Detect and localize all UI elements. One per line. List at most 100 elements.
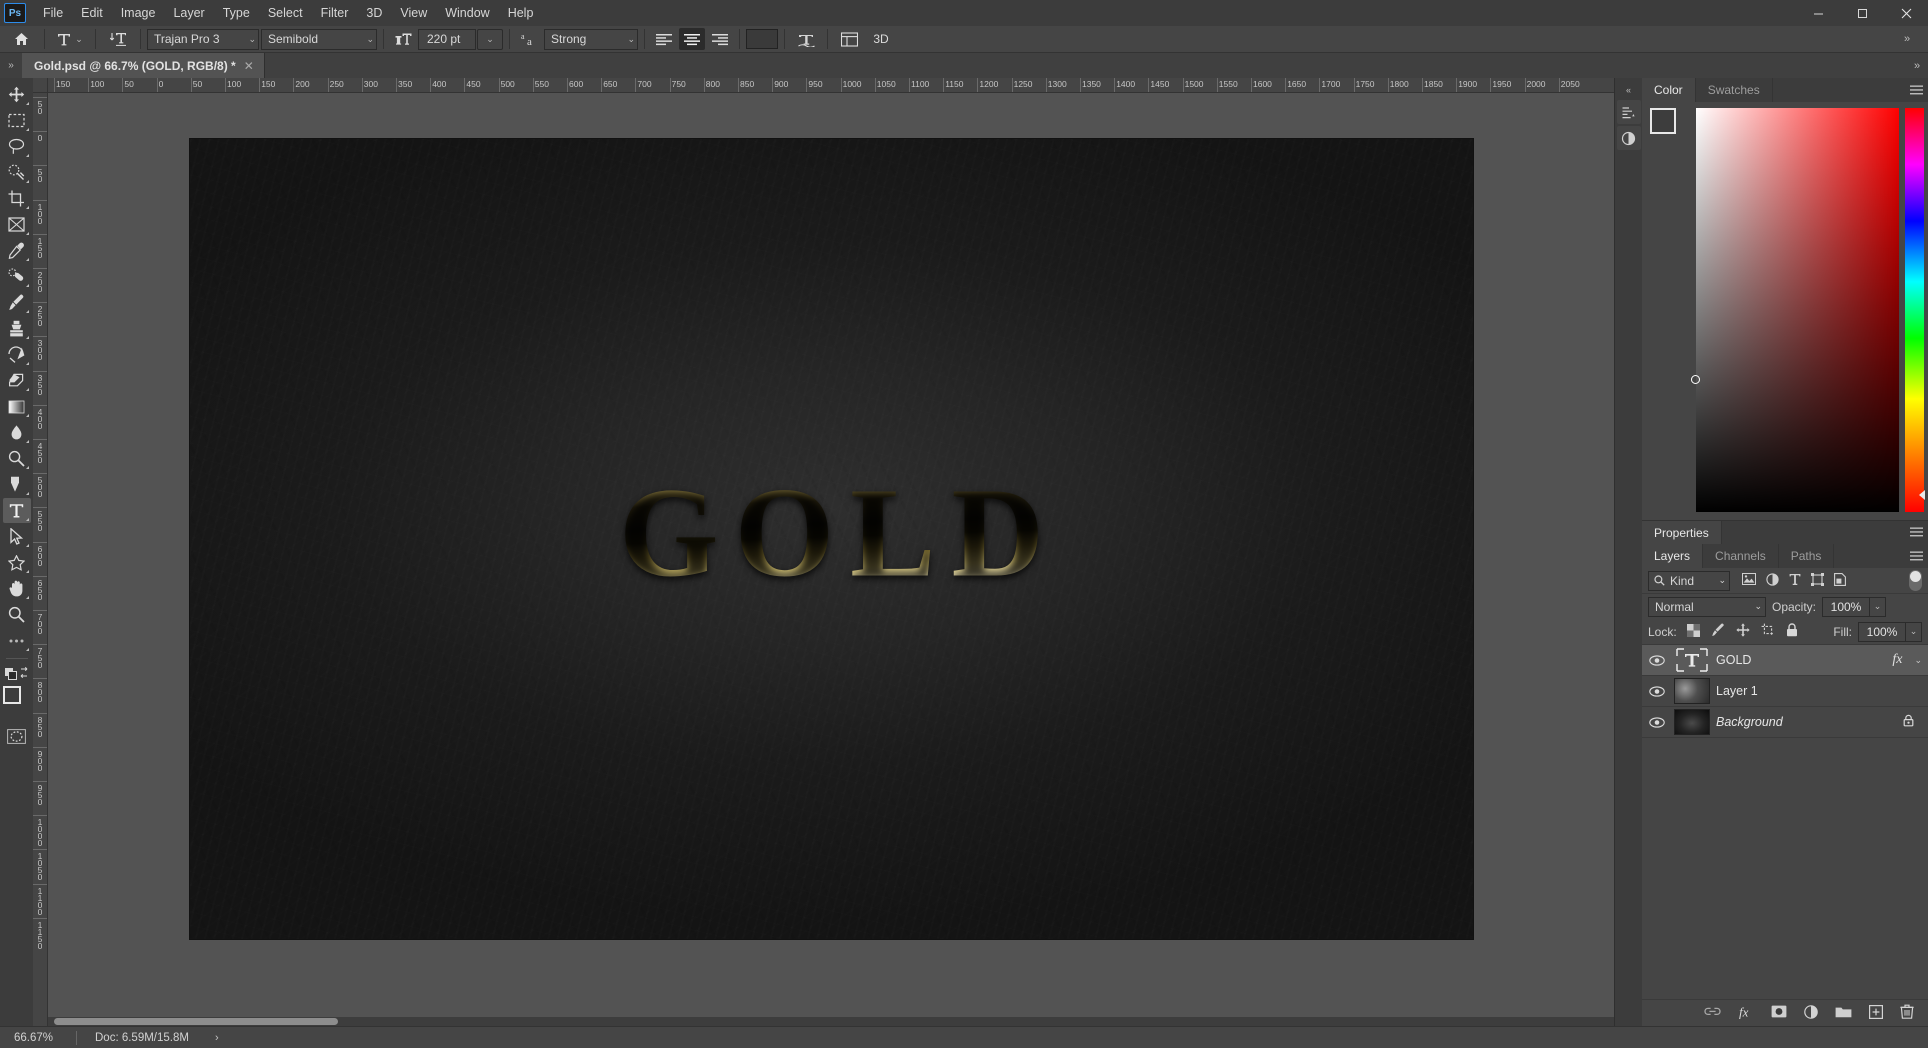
close-button[interactable]: [1884, 0, 1928, 26]
opacity-control[interactable]: 100% ⌄: [1822, 596, 1887, 617]
tool-zoom-tool[interactable]: [3, 602, 31, 627]
menu-help[interactable]: Help: [499, 2, 543, 24]
tool-blur-tool[interactable]: [3, 420, 31, 445]
type-filter-icon[interactable]: [1789, 573, 1801, 589]
layer-thumbnail-text[interactable]: [1674, 647, 1710, 673]
menu-type[interactable]: Type: [214, 2, 259, 24]
threed-mode-button[interactable]: 3D: [866, 28, 896, 50]
tool-type-tool[interactable]: [2, 498, 31, 523]
tool-move-tool[interactable]: [3, 82, 31, 107]
lock-transparent-pixels-icon[interactable]: [1686, 623, 1700, 640]
scrollbar-thumb[interactable]: [54, 1018, 338, 1025]
tab-color[interactable]: Color: [1642, 78, 1696, 102]
tool-clone-stamp-tool[interactable]: [3, 316, 31, 341]
align-left-icon[interactable]: [651, 28, 677, 50]
font-size-dropdown[interactable]: ⌄: [477, 28, 503, 50]
artboard[interactable]: GOLD: [190, 139, 1473, 939]
tab-channels[interactable]: Channels: [1703, 544, 1779, 568]
opacity-value[interactable]: 100%: [1822, 596, 1871, 617]
fill-dropdown[interactable]: ⌄: [1906, 621, 1922, 642]
tool-gradient-tool[interactable]: [3, 394, 31, 419]
status-expand-icon[interactable]: ›: [189, 1032, 219, 1044]
tool-edit-toolbar[interactable]: [3, 628, 31, 653]
tool-brush-tool[interactable]: [3, 290, 31, 315]
layer-effects-indicator[interactable]: fx: [1892, 652, 1902, 668]
status-zoom-level[interactable]: 66.67%: [0, 1032, 76, 1044]
color-panel-foreground-swatch[interactable]: [1650, 108, 1676, 134]
tool-hand-tool[interactable]: [3, 576, 31, 601]
document-tab[interactable]: Gold.psd @ 66.7% (GOLD, RGB/8) * ✕: [22, 53, 265, 78]
lock-position-icon[interactable]: [1736, 623, 1750, 640]
tool-rectangular-marquee-tool[interactable]: [3, 108, 31, 133]
menu-file[interactable]: File: [34, 2, 72, 24]
tool-lasso-tool[interactable]: [3, 134, 31, 159]
menu-select[interactable]: Select: [259, 2, 312, 24]
tool-quick-selection-tool[interactable]: [3, 160, 31, 185]
menu-filter[interactable]: Filter: [312, 2, 358, 24]
font-style-select[interactable]: Semibold ⌄: [261, 28, 377, 50]
type-tool-icon[interactable]: ⌄: [51, 28, 89, 50]
filter-toggle[interactable]: [1909, 570, 1922, 591]
maximize-button[interactable]: [1840, 0, 1884, 26]
opacity-dropdown[interactable]: ⌄: [1870, 596, 1887, 617]
canvas-viewport[interactable]: GOLD: [48, 93, 1614, 1026]
layer-row-layer-1[interactable]: Layer 1: [1642, 676, 1928, 707]
tool-eraser-tool[interactable]: [3, 368, 31, 393]
layers-panel-menu-icon[interactable]: [1904, 544, 1928, 568]
color-panel-swatches[interactable]: [1650, 108, 1690, 148]
blend-mode-select[interactable]: Normal ⌄: [1648, 596, 1766, 617]
menu-window[interactable]: Window: [436, 2, 498, 24]
menu-image[interactable]: Image: [112, 2, 165, 24]
delete-layer-icon[interactable]: [1900, 1004, 1914, 1022]
new-adjustment-layer-icon[interactable]: [1804, 1004, 1818, 1022]
layer-visibility-toggle[interactable]: [1646, 685, 1668, 697]
adjustments-rail-icon[interactable]: [1616, 126, 1641, 150]
tab-paths[interactable]: Paths: [1778, 544, 1835, 568]
tool-history-brush-tool[interactable]: [3, 342, 31, 367]
adjustment-filter-icon[interactable]: [1766, 572, 1779, 589]
foreground-background-colors[interactable]: [2, 686, 31, 714]
home-icon[interactable]: [4, 28, 38, 50]
default-colors-icon[interactable]: [3, 663, 31, 683]
font-family-select[interactable]: Trajan Pro 3 ⌄: [147, 28, 259, 50]
tab-properties[interactable]: Properties: [1642, 521, 1722, 544]
link-layers-icon[interactable]: [1704, 1006, 1721, 1020]
hue-slider-handle[interactable]: [1919, 490, 1925, 500]
layer-thumbnail[interactable]: [1674, 678, 1710, 704]
color-panel-menu-icon[interactable]: [1904, 78, 1928, 102]
chevron-down-icon[interactable]: ⌄: [1914, 655, 1922, 666]
add-layer-mask-icon[interactable]: [1771, 1005, 1787, 1021]
align-center-icon[interactable]: [679, 28, 705, 50]
tab-layers[interactable]: Layers: [1642, 544, 1704, 568]
color-field[interactable]: [1691, 108, 1899, 512]
collapse-dock-icon[interactable]: «: [1615, 82, 1642, 98]
align-right-icon[interactable]: [707, 28, 733, 50]
lock-artboard-icon[interactable]: [1761, 623, 1775, 640]
tool-dodge-tool[interactable]: [3, 446, 31, 471]
layer-row-gold[interactable]: GOLD fx ⌄: [1642, 645, 1928, 676]
close-icon[interactable]: ✕: [244, 59, 254, 73]
menu-3d[interactable]: 3D: [357, 2, 391, 24]
anti-alias-select[interactable]: Strong ⌄: [544, 28, 638, 50]
layer-name-background[interactable]: Background: [1716, 715, 1897, 729]
text-color-swatch[interactable]: [746, 29, 778, 49]
font-size-input[interactable]: 220 pt: [418, 28, 476, 50]
menu-edit[interactable]: Edit: [72, 2, 112, 24]
menu-view[interactable]: View: [391, 2, 436, 24]
tool-healing-brush-tool[interactable]: [3, 264, 31, 289]
options-overflow-icon[interactable]: »: [1894, 28, 1920, 50]
vertical-ruler[interactable]: 50 0 50 100 150 200 250 300 350 400 450 500 550 600 65…: [33, 93, 48, 1026]
layer-row-background[interactable]: Background: [1642, 707, 1928, 738]
new-group-icon[interactable]: [1835, 1005, 1852, 1021]
tool-custom-shape-tool[interactable]: [3, 550, 31, 575]
tab-overflow-icon[interactable]: »: [1906, 53, 1928, 78]
ruler-origin[interactable]: [33, 78, 48, 93]
lock-all-icon[interactable]: [1786, 623, 1798, 640]
new-layer-icon[interactable]: [1869, 1004, 1884, 1022]
fill-value[interactable]: 100%: [1858, 621, 1906, 642]
color-picker-handle[interactable]: [1691, 374, 1700, 384]
lock-image-pixels-icon[interactable]: [1711, 623, 1725, 640]
foreground-color-swatch[interactable]: [2, 686, 21, 704]
layer-thumbnail[interactable]: [1674, 709, 1710, 735]
horizontal-ruler[interactable]: 150 100 50 0 50 100 150 200 250 300 350 400 450 500 55…: [48, 78, 1614, 93]
